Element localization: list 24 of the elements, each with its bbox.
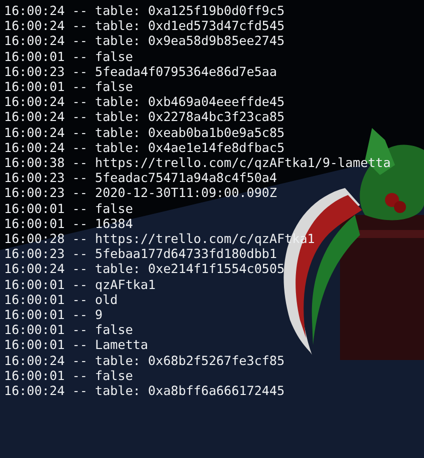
log-line: 16:00:24 -- table: 0x2278a4bc3f23ca85 [4, 109, 285, 125]
log-line: 16:00:24 -- table: 0xd1ed573d47cfd545 [4, 18, 285, 34]
log-line: 16:00:01 -- false [4, 79, 133, 94]
log-line: 16:00:24 -- table: 0x9ea58d9b85ee2745 [4, 33, 285, 49]
log-line: 16:00:24 -- table: 0xeab0ba1b0e9a5c85 [4, 124, 285, 140]
log-line: 16:00:01 -- false [4, 368, 133, 384]
log-line: 16:00:01 -- false [4, 48, 133, 64]
log-line: 16:00:23 -- 5febaa177d64733fd180dbb1 [4, 246, 277, 262]
log-line: 16:00:23 -- 2020-12-30T11:09:00.090Z [4, 185, 277, 201]
log-line: 16:00:23 -- 5feada4f0795364e86d7e5aa [4, 64, 277, 80]
log-line: 16:00:01 -- false [4, 322, 133, 338]
log-line: 16:00:01 -- false [4, 200, 133, 216]
log-line: 16:00:01 -- 9 [4, 307, 103, 322]
log-line: 16:00:01 -- qzAFtka1 [4, 276, 156, 292]
log-line: 16:00:24 -- table: 0xb469a04eeeffde45 [4, 94, 285, 110]
log-line: 16:00:24 -- table: 0xa125f19b0d0ff9c5 [4, 3, 285, 18]
log-line: 16:00:24 -- table: 0x4ae1e14fe8dfbac5 [4, 140, 285, 156]
log-line: 16:00:01 -- old [4, 292, 118, 308]
log-line: 16:00:24 -- table: 0xe214f1f1554c0505 [4, 261, 285, 277]
log-line: 16:00:24 -- table: 0xa8bff6a666172445 [4, 383, 285, 398]
log-line: 16:00:01 -- 16384 [4, 216, 133, 232]
log-line: 16:00:24 -- table: 0x68b2f5267fe3cf85 [4, 352, 285, 368]
log-line: 16:00:23 -- 5feadac75471a94a8c4f50a4 [4, 170, 277, 186]
log-line: 16:00:01 -- Lametta [4, 337, 148, 353]
